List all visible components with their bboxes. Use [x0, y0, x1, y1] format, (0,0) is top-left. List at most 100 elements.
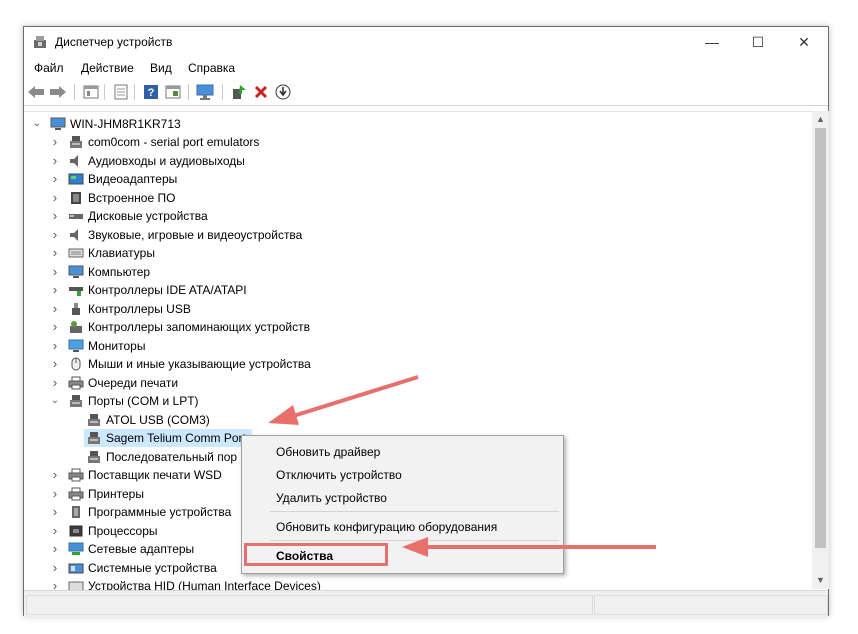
tree-category[interactable]: › Мыши и иные указывающие устройства: [24, 355, 812, 373]
ctx-uninstall-device[interactable]: Удалить устройство: [276, 491, 387, 505]
tree-category[interactable]: ⌄ Порты (COM и LPT): [24, 392, 812, 410]
tree-category[interactable]: › Контроллеры запоминающих устройств: [24, 318, 812, 336]
maximize-button[interactable]: ☐: [735, 27, 781, 57]
chevron-down-icon[interactable]: ⌄: [32, 115, 42, 133]
tree-device[interactable]: Sagem Telium Comm Port: [84, 429, 252, 447]
close-button[interactable]: ✕: [781, 27, 827, 57]
scroll-down-icon[interactable]: ▼: [812, 572, 829, 589]
port-icon: [70, 395, 82, 407]
chevron-right-icon[interactable]: ›: [50, 374, 60, 392]
tree-category[interactable]: › Контроллеры USB: [24, 300, 812, 318]
chevron-right-icon[interactable]: ›: [50, 244, 60, 262]
properties-highlight-box: [244, 543, 388, 566]
chevron-right-icon[interactable]: ›: [50, 226, 60, 244]
device-manager-icon: [34, 36, 46, 48]
show-hidden-icon[interactable]: [82, 83, 100, 101]
port-icon: [88, 432, 100, 444]
chevron-right-icon[interactable]: ›: [50, 207, 60, 225]
tree-root[interactable]: ⌄ WIN-JHM8R1KR713: [24, 115, 812, 133]
menu-file[interactable]: Файл: [34, 61, 64, 75]
uninstall-icon[interactable]: [252, 83, 270, 101]
chevron-right-icon[interactable]: ›: [50, 466, 60, 484]
chevron-right-icon[interactable]: ›: [50, 189, 60, 207]
ctx-separator: [270, 540, 559, 541]
chevron-right-icon[interactable]: ›: [50, 355, 60, 373]
tree-category[interactable]: › Мониторы: [24, 337, 812, 355]
port-icon: [88, 450, 100, 463]
tree-device[interactable]: ATOL USB (COM3): [24, 411, 812, 429]
speaker-icon: [70, 154, 78, 167]
tree-category[interactable]: › Клавиатуры: [24, 244, 812, 262]
minimize-button[interactable]: —: [689, 27, 735, 57]
scroll-thumb[interactable]: [815, 128, 826, 548]
menu-action[interactable]: Действие: [81, 61, 134, 75]
tree-category[interactable]: › Видеоадаптеры: [24, 170, 812, 188]
vertical-scrollbar[interactable]: ▲ ▼: [812, 111, 829, 589]
hid-icon: [68, 581, 84, 590]
speaker-icon: [70, 228, 78, 241]
chevron-right-icon[interactable]: ›: [50, 559, 60, 577]
tree-category-label: Видеоадаптеры: [88, 172, 178, 186]
chevron-down-icon[interactable]: ⌄: [50, 392, 60, 410]
tree-category[interactable]: › Дисковые устройства: [24, 207, 812, 225]
menu-view[interactable]: Вид: [150, 61, 172, 75]
tree-category[interactable]: › com0com - serial port emulators: [24, 133, 812, 151]
display-adapter-icon: [68, 173, 84, 185]
chevron-right-icon[interactable]: ›: [50, 540, 60, 558]
tree-category[interactable]: › Аудиовходы и аудиовыходы: [24, 152, 812, 170]
chevron-right-icon[interactable]: ›: [50, 133, 60, 151]
monitor-icon[interactable]: [196, 83, 214, 101]
chevron-right-icon[interactable]: ›: [50, 522, 60, 540]
chevron-right-icon[interactable]: ›: [50, 485, 60, 503]
chevron-right-icon[interactable]: ›: [50, 318, 60, 336]
ctx-update-driver[interactable]: Обновить драйвер: [276, 445, 380, 459]
tree-category-label: Очереди печати: [88, 375, 179, 390]
menu-help[interactable]: Справка: [188, 61, 235, 75]
chevron-right-icon[interactable]: ›: [50, 577, 60, 590]
tree-category-label: Звуковые, игровые и видеоустройства: [88, 227, 303, 242]
storage-controller-icon: [70, 321, 82, 333]
tree-category-label: Встроенное ПО: [88, 190, 176, 205]
tree-category-label: Порты (COM и LPT): [88, 394, 199, 408]
tree-category-label: Поставщик печати WSD: [88, 468, 222, 482]
ide-icon: [69, 287, 83, 296]
tree-category[interactable]: › Очереди печати: [24, 374, 812, 392]
chevron-right-icon[interactable]: ›: [50, 170, 60, 188]
chevron-right-icon[interactable]: ›: [50, 263, 60, 281]
back-arrow-icon[interactable]: [27, 83, 45, 101]
tree-category[interactable]: › Компьютер: [24, 263, 812, 281]
svg-text:?: ?: [148, 87, 155, 99]
tree-category[interactable]: › Встроенное ПО: [24, 189, 812, 207]
tree-device-label: Sagem Telium Comm Port: [106, 431, 246, 445]
chevron-right-icon[interactable]: ›: [50, 503, 60, 521]
tree-root-label: WIN-JHM8R1KR713: [70, 117, 181, 131]
firmware-icon: [71, 191, 81, 204]
tree-category-label: Контроллеры IDE ATA/ATAPI: [88, 283, 247, 297]
tree-category[interactable]: › Звуковые, игровые и видеоустройства: [24, 226, 812, 244]
title-bar[interactable]: Диспетчер устройств — ☐ ✕: [24, 27, 828, 57]
tree-category[interactable]: › Устройства HID (Human Interface Devices…: [24, 577, 812, 590]
printer-icon: [68, 487, 84, 500]
tree-device-label: Последовательный пор: [106, 449, 238, 464]
tree-category[interactable]: › Контроллеры IDE ATA/ATAPI: [24, 281, 812, 299]
chevron-right-icon[interactable]: ›: [50, 152, 60, 170]
view-icon[interactable]: [164, 83, 182, 101]
download-icon[interactable]: [274, 83, 292, 101]
mouse-icon: [71, 357, 81, 371]
properties-icon[interactable]: [112, 83, 130, 101]
ctx-disable-device[interactable]: Отключить устройство: [276, 468, 402, 482]
tree-category-label: Компьютер: [88, 264, 151, 279]
tree-category-label: Клавиатуры: [88, 246, 155, 260]
scroll-up-icon[interactable]: ▲: [812, 111, 829, 128]
tree-category-label: Мониторы: [88, 338, 146, 353]
help-icon[interactable]: ?: [142, 83, 160, 101]
port-icon: [88, 413, 100, 426]
chevron-right-icon[interactable]: ›: [50, 337, 60, 355]
ctx-scan-hardware[interactable]: Обновить конфигурацию оборудования: [276, 520, 497, 534]
forward-arrow-icon[interactable]: [49, 83, 67, 101]
processor-icon: [69, 525, 83, 536]
chevron-right-icon[interactable]: ›: [50, 281, 60, 299]
chevron-right-icon[interactable]: ›: [50, 300, 60, 318]
update-driver-icon[interactable]: [230, 83, 248, 101]
disk-icon: [69, 214, 83, 219]
